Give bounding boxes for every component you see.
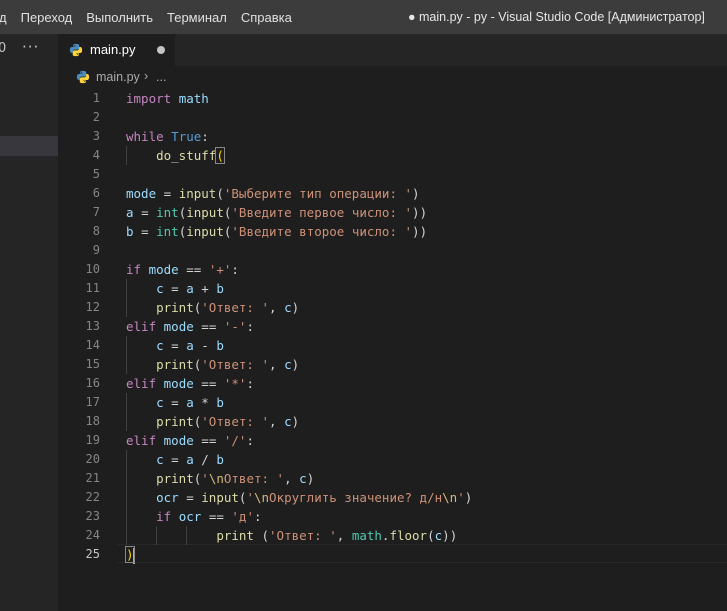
line-number: 11 xyxy=(85,281,100,295)
sidebar-header: 0 ··· xyxy=(0,34,58,66)
line-number: 4 xyxy=(92,148,100,162)
code-line[interactable]: while True: xyxy=(126,127,209,146)
line-number: 19 xyxy=(85,433,100,447)
tab-label: main.py xyxy=(90,42,136,57)
code-line[interactable]: do_stuff( xyxy=(126,146,225,165)
line-number: 9 xyxy=(92,243,100,257)
python-file-icon xyxy=(69,43,83,57)
line-number: 6 xyxy=(92,186,100,200)
menu-item-terminal[interactable]: Терминал xyxy=(160,10,234,25)
code-line[interactable]: mode = input('Выберите тип операции: ') xyxy=(126,184,420,203)
line-number: 20 xyxy=(85,452,100,466)
line-number: 22 xyxy=(85,490,100,504)
code-line[interactable]: c = a + b xyxy=(126,279,224,298)
window-title: ● main.py - py - Visual Studio Code [Адм… xyxy=(408,10,705,24)
current-line-highlight xyxy=(118,544,727,563)
code-line[interactable]: print ('Ответ: ', math.floor(c)) xyxy=(126,526,457,545)
sidebar: 0 ··· xyxy=(0,34,58,611)
menu-item-go[interactable]: Переход xyxy=(14,10,80,25)
breadcrumb-chevron-icon: › xyxy=(144,69,149,83)
code-line[interactable]: elif mode == '-': xyxy=(126,317,254,336)
sidebar-selected-item[interactable] xyxy=(0,136,58,156)
line-number: 8 xyxy=(92,224,100,238)
more-actions-icon[interactable]: ··· xyxy=(22,38,39,56)
line-number: 21 xyxy=(85,471,100,485)
line-number: 17 xyxy=(85,395,100,409)
line-number: 1 xyxy=(92,91,100,105)
code-line[interactable]: elif mode == '/': xyxy=(126,431,254,450)
code-line[interactable]: print('Ответ: ', c) xyxy=(126,298,299,317)
line-number: 7 xyxy=(92,205,100,219)
line-number: 16 xyxy=(85,376,100,390)
tab-main-py[interactable]: main.py xyxy=(58,34,176,66)
code-line[interactable]: ) xyxy=(125,545,135,564)
code-line[interactable]: b = int(input('Введите второе число: ')) xyxy=(126,222,427,241)
line-number-gutter: 1 2 3 4 5 6 7 8 9 10 11 12 13 14 15 16 17 18 19 20 21 22 23 24 2… xyxy=(58,88,116,611)
line-number: 15 xyxy=(85,357,100,371)
line-number: 2 xyxy=(92,110,100,124)
breadcrumb: main.py › ... xyxy=(58,66,727,88)
breadcrumb-file[interactable]: main.py xyxy=(96,70,140,84)
code-line[interactable]: elif mode == '*': xyxy=(126,374,254,393)
code-line[interactable]: import math xyxy=(126,89,209,108)
line-number: 25 xyxy=(85,547,100,561)
line-number: 5 xyxy=(92,167,100,181)
menu-item-go-partial[interactable]: д xyxy=(0,10,14,25)
menu-bar: д Переход Выполнить Терминал Справка ● m… xyxy=(0,0,727,34)
breadcrumb-symbols[interactable]: ... xyxy=(156,70,166,84)
menu-item-run[interactable]: Выполнить xyxy=(79,10,160,25)
line-number: 10 xyxy=(85,262,100,276)
code-line[interactable]: c = a * b xyxy=(126,393,224,412)
code-line[interactable]: a = int(input('Введите первое число: ')) xyxy=(126,203,427,222)
unsaved-dot-icon[interactable] xyxy=(157,46,165,54)
code-line[interactable]: c = a / b xyxy=(126,450,224,469)
code-line[interactable]: if ocr == 'д': xyxy=(126,507,261,526)
line-number: 18 xyxy=(85,414,100,428)
code-line[interactable]: print('Ответ: ', c) xyxy=(126,412,299,431)
code-line[interactable]: print('\nОтвет: ', c) xyxy=(126,469,314,488)
line-number: 3 xyxy=(92,129,100,143)
line-number: 13 xyxy=(85,319,100,333)
line-number: 23 xyxy=(85,509,100,523)
python-file-icon xyxy=(76,70,90,84)
code-editor[interactable]: 1 2 3 4 5 6 7 8 9 10 11 12 13 14 15 16 17 18 19 20 21 22 23 24 2… xyxy=(58,88,727,611)
code-line[interactable]: print('Ответ: ', c) xyxy=(126,355,299,374)
line-number: 12 xyxy=(85,300,100,314)
code-line[interactable]: c = a - b xyxy=(126,336,224,355)
menu-item-help[interactable]: Справка xyxy=(234,10,299,25)
sidebar-partial-icon: 0 xyxy=(0,41,7,56)
line-number: 14 xyxy=(85,338,100,352)
code-line[interactable]: if mode == '+': xyxy=(126,260,239,279)
line-number: 24 xyxy=(85,528,100,542)
tab-bar: main.py xyxy=(58,34,727,66)
code-line[interactable]: ocr = input('\nОкруглить значение? д/н\n… xyxy=(126,488,472,507)
